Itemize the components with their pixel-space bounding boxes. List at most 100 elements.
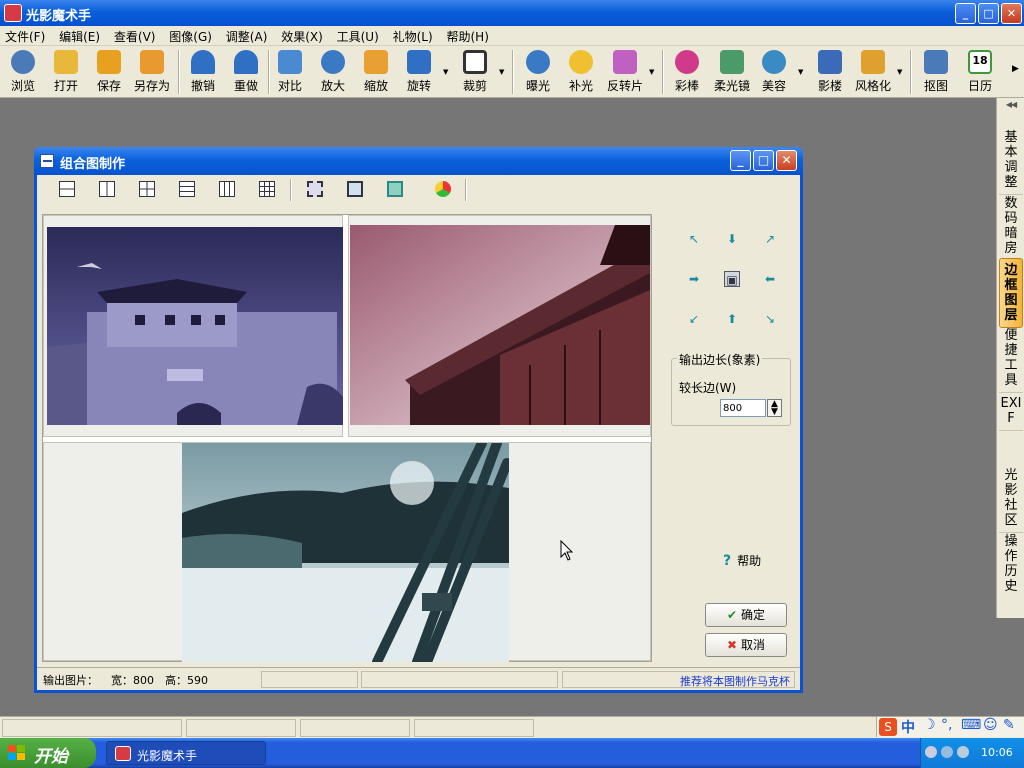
tool-browse[interactable]: 浏览 bbox=[2, 50, 44, 94]
punctuation-icon[interactable]: °, bbox=[941, 717, 952, 733]
mouse-cursor-icon bbox=[560, 540, 574, 561]
help-link[interactable]: ? 帮助 bbox=[723, 552, 761, 569]
menu-adjust[interactable]: 调整(A) bbox=[221, 26, 273, 47]
menu-help[interactable]: 帮助(H) bbox=[442, 26, 494, 47]
start-button[interactable]: 开始 bbox=[0, 738, 96, 768]
tool-undo[interactable]: 撤销 bbox=[183, 50, 223, 94]
tool-stylize[interactable]: 风格化 bbox=[852, 50, 894, 94]
tool-crop[interactable]: 裁剪 bbox=[455, 50, 495, 94]
layout-4-grid-button[interactable] bbox=[134, 177, 160, 201]
tool-fill-light[interactable]: 补光 bbox=[561, 50, 601, 94]
menu-effects[interactable]: 效果(X) bbox=[276, 26, 328, 47]
taskbar-app-button[interactable]: 光影魔术手 bbox=[106, 741, 266, 765]
menu-edit[interactable]: 编辑(E) bbox=[54, 26, 105, 47]
beauty-dropdown-arrow[interactable]: ▼ bbox=[798, 68, 803, 76]
tab-basic-adjust[interactable]: 基本调整 bbox=[999, 126, 1023, 195]
tool-color-wand[interactable]: 彩棒 bbox=[667, 50, 707, 94]
close-button[interactable]: ✕ bbox=[1001, 3, 1022, 24]
longer-side-input[interactable] bbox=[720, 399, 766, 417]
ok-button[interactable]: ✔ 确定 bbox=[705, 603, 787, 627]
layout-2-horizontal-button[interactable] bbox=[54, 177, 80, 201]
tool-save-as[interactable]: 另存为 bbox=[131, 50, 173, 94]
mug-recommendation-link[interactable]: 推荐将本图制作马克杯 bbox=[562, 671, 795, 688]
align-top-right-icon[interactable]: ↗ bbox=[762, 231, 778, 247]
align-right-icon[interactable]: ⬅ bbox=[762, 271, 778, 287]
sogou-icon[interactable]: S bbox=[879, 718, 897, 736]
layout-9-grid-button[interactable] bbox=[254, 177, 280, 201]
tool-calendar[interactable]: 18 日历 bbox=[960, 50, 1000, 94]
stylize-icon bbox=[861, 50, 885, 74]
align-left-icon[interactable]: ➡ bbox=[686, 271, 702, 287]
tool-rotate[interactable]: 旋转 bbox=[399, 50, 439, 94]
tool-resize[interactable]: 缩放 bbox=[356, 50, 396, 94]
layout-3-columns-button[interactable] bbox=[214, 177, 240, 201]
taskbar: 开始 光影魔术手 10:06 bbox=[0, 738, 1024, 768]
toolbar-more-arrow[interactable]: ▶ bbox=[1012, 64, 1019, 74]
tray-expand-icon[interactable] bbox=[925, 746, 937, 758]
align-bottom-right-icon[interactable]: ↘ bbox=[762, 311, 778, 327]
tab-community[interactable]: 光影社区 bbox=[999, 464, 1023, 533]
menu-file[interactable]: 文件(F) bbox=[0, 26, 50, 47]
user-icon[interactable]: ☺ bbox=[983, 717, 998, 733]
tool-reversal-film[interactable]: 反转片 bbox=[603, 50, 647, 94]
tool-studio[interactable]: 影楼 bbox=[810, 50, 850, 94]
menu-view[interactable]: 查看(V) bbox=[109, 26, 161, 47]
align-top-icon[interactable]: ⬇ bbox=[724, 231, 740, 247]
tool-zoom-in[interactable]: 放大 bbox=[313, 50, 353, 94]
tab-quick-tools[interactable]: 便捷工具 bbox=[999, 324, 1023, 393]
tool-redo[interactable]: 重做 bbox=[226, 50, 266, 94]
soft-keyboard-icon[interactable]: ⌨ bbox=[961, 717, 981, 733]
tool-soft-light[interactable]: 柔光镜 bbox=[710, 50, 754, 94]
minimize-button[interactable]: _ bbox=[955, 3, 976, 24]
tool-save[interactable]: 保存 bbox=[89, 50, 129, 94]
tab-frame-layers[interactable]: 边框图层 bbox=[999, 258, 1023, 328]
frame-crop-button[interactable] bbox=[302, 177, 328, 201]
layout-2-vertical-button[interactable] bbox=[94, 177, 120, 201]
network-icon[interactable] bbox=[941, 746, 953, 758]
reversal-dropdown-arrow[interactable]: ▼ bbox=[649, 68, 654, 76]
tab-digital-darkroom[interactable]: 数码暗房 bbox=[999, 192, 1023, 261]
align-bottom-icon[interactable]: ⬆ bbox=[724, 311, 740, 327]
tool-exposure[interactable]: 曝光 bbox=[518, 50, 558, 94]
chinese-mode-icon[interactable]: 中 bbox=[901, 717, 915, 737]
collage-cell-2[interactable] bbox=[348, 215, 651, 437]
half-width-icon[interactable]: ☽ bbox=[923, 717, 936, 733]
panel-collapse-icon[interactable]: ◀◀ bbox=[999, 100, 1023, 116]
dialog-minimize-button[interactable]: _ bbox=[730, 150, 751, 171]
tab-exif[interactable]: EXIF bbox=[999, 392, 1023, 431]
dialog-title: 组合图制作 bbox=[60, 157, 126, 172]
frame-fill-button[interactable] bbox=[382, 177, 408, 201]
tool-open[interactable]: 打开 bbox=[46, 50, 86, 94]
compare-icon bbox=[278, 50, 302, 74]
volume-icon[interactable] bbox=[957, 746, 969, 758]
align-top-left-icon[interactable]: ↖ bbox=[686, 231, 702, 247]
menu-tools[interactable]: 工具(U) bbox=[332, 26, 384, 47]
stylize-dropdown-arrow[interactable]: ▼ bbox=[897, 68, 902, 76]
status-segment bbox=[300, 719, 410, 737]
frame-fit-button[interactable] bbox=[342, 177, 368, 201]
maximize-button[interactable]: □ bbox=[978, 3, 999, 24]
collage-canvas[interactable] bbox=[42, 214, 652, 662]
dialog-titlebar: 组合图制作 _ □ ✕ bbox=[34, 147, 803, 175]
output-height: 高：590 bbox=[165, 674, 208, 687]
settings-wrench-icon[interactable]: ✎ bbox=[1003, 717, 1015, 733]
collage-cell-1[interactable] bbox=[43, 215, 343, 437]
color-wheel-button[interactable] bbox=[430, 177, 456, 201]
align-center-icon[interactable]: ▣ bbox=[724, 271, 740, 287]
rotate-dropdown-arrow[interactable]: ▼ bbox=[443, 68, 448, 76]
tool-beauty[interactable]: 美容 bbox=[754, 50, 794, 94]
frame-crop-icon bbox=[307, 181, 323, 197]
cancel-button[interactable]: ✖ 取消 bbox=[705, 633, 787, 657]
folder-open-icon bbox=[54, 50, 78, 74]
layout-3-rows-button[interactable] bbox=[174, 177, 200, 201]
dialog-close-button[interactable]: ✕ bbox=[776, 150, 797, 171]
crop-dropdown-arrow[interactable]: ▼ bbox=[499, 68, 504, 76]
menu-image[interactable]: 图像(G) bbox=[164, 26, 217, 47]
tab-history[interactable]: 操作历史 bbox=[999, 530, 1023, 598]
tool-cutout[interactable]: 抠图 bbox=[916, 50, 956, 94]
tool-compare[interactable]: 对比 bbox=[270, 50, 310, 94]
dialog-maximize-button[interactable]: □ bbox=[753, 150, 774, 171]
align-bottom-left-icon[interactable]: ↙ bbox=[686, 311, 702, 327]
menu-gifts[interactable]: 礼物(L) bbox=[388, 26, 438, 47]
longer-side-spinner[interactable]: ▲ ▼ bbox=[767, 399, 782, 417]
